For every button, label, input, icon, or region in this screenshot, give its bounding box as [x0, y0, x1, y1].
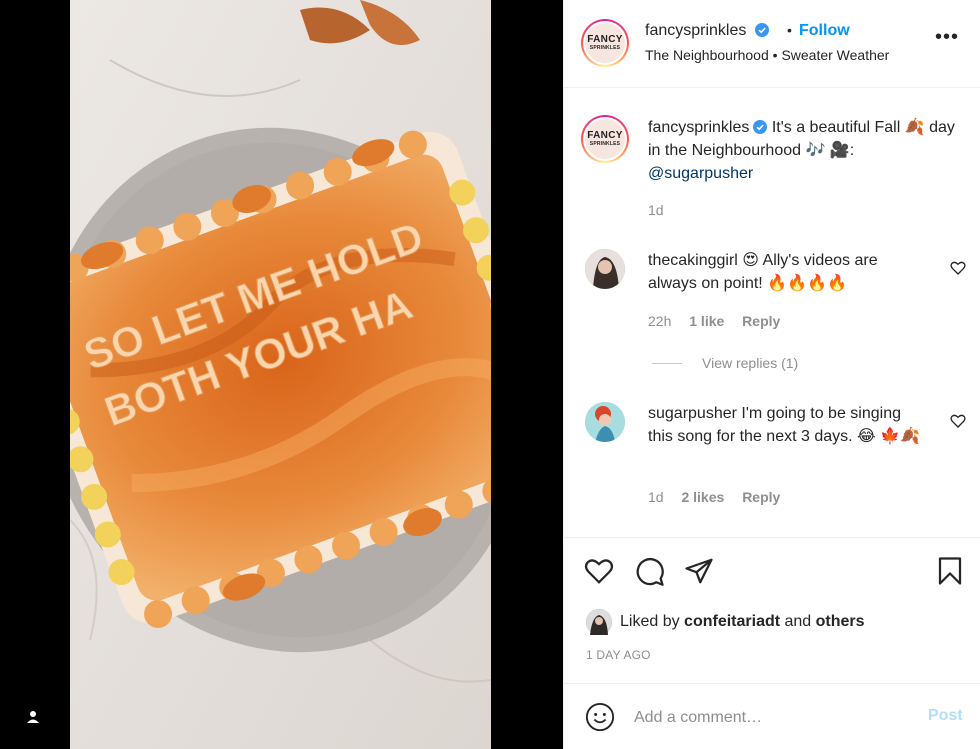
liked-by-others[interactable]: others: [816, 613, 865, 630]
separator-dot: •: [787, 22, 792, 38]
save-bookmark-icon[interactable]: [935, 556, 965, 586]
comment-input[interactable]: [634, 706, 914, 730]
post-sidebar: FANCY SPRINKLES fancysprinkles • Follow …: [563, 0, 980, 749]
comment-likes[interactable]: 1 like: [689, 313, 724, 329]
cake-illustration: SO LET ME HOLD BOTH YOUR HA: [70, 0, 491, 749]
comment-avatar[interactable]: [585, 249, 625, 289]
comments-section[interactable]: FANCY SPRINKLES fancysprinkles It's a be…: [564, 89, 980, 537]
comment-like-icon[interactable]: [950, 260, 966, 276]
caption-verified-badge-icon: [753, 120, 768, 134]
post-actions: Liked by confeitariadt and others 1 DAY …: [564, 537, 980, 677]
like-heart-icon[interactable]: [584, 556, 614, 586]
reply-button[interactable]: Reply: [742, 489, 780, 505]
liked-by-user[interactable]: confeitariadt: [684, 613, 780, 630]
post-header: FANCY SPRINKLES fancysprinkles • Follow …: [564, 0, 980, 88]
liker-avatar[interactable]: [586, 609, 612, 635]
post-date[interactable]: 1 DAY AGO: [586, 648, 651, 662]
liked-by-text: Liked by confeitariadt and others: [620, 613, 865, 631]
caption-time[interactable]: 1d: [648, 202, 664, 218]
comment-body: sugarpusher I'm going to be singing this…: [648, 402, 923, 448]
view-replies-label[interactable]: View replies (1): [702, 355, 798, 371]
add-comment-bar: Post: [564, 683, 980, 749]
more-options-icon[interactable]: •••: [935, 27, 958, 52]
comment-likes[interactable]: 2 likes: [681, 489, 724, 505]
post-location[interactable]: The Neighbourhood • Sweater Weather: [645, 47, 889, 63]
post-comment-button[interactable]: Post: [928, 707, 963, 725]
author-username-text[interactable]: fancysprinkles: [645, 22, 746, 39]
caption-avatar-logo-line1: FANCY: [587, 130, 623, 141]
comment-body: thecakinggirl 😍 Ally's videos are always…: [648, 249, 923, 295]
share-send-icon[interactable]: [684, 556, 714, 586]
caption-mention-link[interactable]: @sugarpusher: [648, 165, 753, 182]
avatar-logo-line1: FANCY: [587, 34, 623, 45]
comment-username[interactable]: thecakinggirl: [648, 252, 738, 269]
comment-username[interactable]: sugarpusher: [648, 405, 737, 422]
verified-badge-icon: [754, 23, 769, 37]
reply-button[interactable]: Reply: [742, 313, 780, 329]
caption-author-avatar[interactable]: FANCY SPRINKLES: [581, 115, 629, 163]
author-avatar[interactable]: FANCY SPRINKLES: [581, 19, 629, 67]
comment-time[interactable]: 22h: [648, 313, 671, 329]
liked-by-prefix: Liked by: [620, 613, 685, 630]
avatar-logo-line2: SPRINKLES: [589, 45, 621, 51]
post-media[interactable]: SO LET ME HOLD BOTH YOUR HA: [0, 0, 563, 749]
post-caption: fancysprinkles It's a beautiful Fall 🍂 d…: [648, 116, 958, 185]
user-tag-icon[interactable]: [22, 706, 44, 728]
replies-divider: [652, 362, 682, 364]
cake-photo[interactable]: SO LET ME HOLD BOTH YOUR HA: [70, 0, 491, 749]
caption-avatar-logo-line2: SPRINKLES: [589, 141, 621, 147]
comment-avatar[interactable]: [585, 402, 625, 442]
comment-meta: 1d 2 likes Reply: [648, 489, 794, 505]
comment-like-icon[interactable]: [950, 413, 966, 429]
author-username[interactable]: fancysprinkles: [645, 22, 769, 40]
emoji-icon[interactable]: [585, 702, 615, 732]
comment-meta: 22h 1 like Reply: [648, 313, 794, 329]
liked-by-conj: and: [780, 613, 816, 630]
caption-username[interactable]: fancysprinkles: [648, 119, 749, 136]
follow-button[interactable]: Follow: [799, 22, 850, 40]
comment-bubble-icon[interactable]: [635, 556, 665, 586]
comment-time[interactable]: 1d: [648, 489, 664, 505]
view-replies-button[interactable]: View replies (1): [652, 355, 798, 371]
